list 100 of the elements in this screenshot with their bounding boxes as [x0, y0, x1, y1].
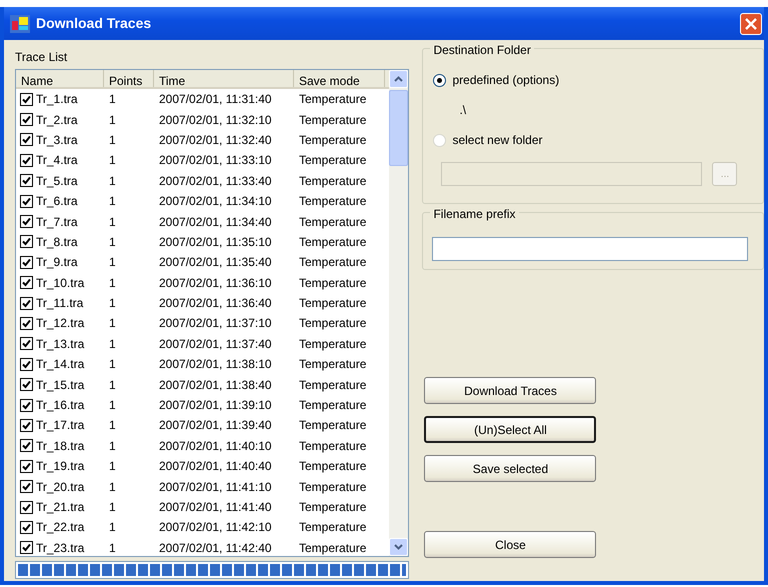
table-cell-text: 2007/02/01, 11:32:10	[158, 112, 273, 129]
trace-name: Tr_8.tra	[36, 234, 78, 251]
checkbox[interactable]	[20, 358, 33, 371]
checkbox[interactable]	[20, 500, 33, 514]
trace-name: Tr_12.tra	[36, 315, 84, 332]
checkbox[interactable]	[20, 174, 33, 188]
table-cell-text: 2007/02/01, 11:42:40	[158, 540, 273, 556]
trace-name: Tr_17.tra	[36, 417, 84, 434]
table-cell-text: 1	[108, 274, 117, 292]
trace-name: Tr_4.tra	[36, 152, 78, 170]
table-cell-text: Temperature	[298, 295, 368, 312]
checkbox[interactable]	[20, 113, 33, 126]
checkbox[interactable]	[20, 337, 33, 350]
table-cell-text: 1	[108, 91, 117, 108]
trace-name: Tr_20.tra	[36, 478, 84, 496]
trace-name: Tr_16.tra	[36, 397, 84, 414]
table-cell-text: 2007/02/01, 11:34:10	[158, 193, 273, 210]
scrollbar[interactable]	[389, 70, 408, 556]
table-cell-text: 2007/02/01, 11:36:40	[158, 295, 273, 312]
table-cell-text: 1	[108, 315, 117, 332]
action-button[interactable]: (Un)Select All	[424, 416, 596, 443]
table-cell-text: Temperature	[298, 234, 368, 251]
checkbox[interactable]	[20, 541, 33, 554]
table-cell-text: 1	[108, 438, 117, 455]
checkbox[interactable]	[20, 418, 33, 432]
table-cell-text: 1	[108, 540, 117, 556]
caret-up-icon	[394, 76, 404, 82]
table-cell-text: 2007/02/01, 11:38:10	[158, 356, 273, 374]
action-button[interactable]: Close	[424, 531, 596, 558]
action-button[interactable]: Download Traces	[424, 377, 596, 404]
checkbox[interactable]	[20, 92, 33, 106]
trace-name: Tr_9.tra	[36, 254, 78, 272]
scroll-thumb[interactable]	[389, 90, 408, 166]
scroll-down-button[interactable]	[389, 538, 408, 556]
table-cell-text: Temperature	[298, 132, 368, 149]
table-cell-text: 1	[108, 417, 117, 434]
table-cell-text: 2007/02/01, 11:41:40	[158, 499, 273, 516]
checkbox[interactable]	[20, 460, 33, 473]
column-header[interactable]: Points	[104, 70, 154, 87]
column-header[interactable]: Name	[16, 70, 104, 87]
window-title: Download Traces	[36, 14, 152, 33]
trace-name: Tr_6.tra	[36, 193, 78, 210]
table-cell-text: 2007/02/01, 11:33:10	[158, 152, 273, 170]
trace-name: Tr_19.tra	[36, 458, 84, 476]
table-cell-text: Temperature	[298, 274, 368, 292]
table-cell-text: 1	[108, 172, 117, 190]
trace-name: Tr_22.tra	[36, 519, 84, 536]
table-cell-text: 1	[108, 356, 117, 374]
checkbox[interactable]	[20, 194, 33, 208]
checkbox[interactable]	[20, 276, 33, 290]
table-cell-text: 2007/02/01, 11:36:10	[158, 274, 273, 292]
checkbox[interactable]	[20, 154, 33, 167]
checkbox[interactable]	[20, 316, 33, 330]
checkbox[interactable]	[20, 296, 33, 310]
checkbox[interactable]	[20, 215, 33, 228]
table-cell-text: Temperature	[298, 112, 368, 129]
trace-name: Tr_1.tra	[36, 91, 78, 108]
radio-option[interactable]: predefined (options)	[433, 71, 753, 89]
table-cell-text: Temperature	[298, 376, 368, 394]
table-cell-text: 2007/02/01, 11:39:40	[158, 417, 273, 434]
checkbox[interactable]	[20, 480, 33, 494]
checkbox[interactable]	[20, 133, 33, 146]
table-cell-text: 1	[108, 132, 117, 149]
table-cell-text: 2007/02/01, 11:33:40	[158, 172, 273, 190]
table-cell-text: Temperature	[298, 214, 368, 231]
table-cell-text: 2007/02/01, 11:40:40	[158, 458, 273, 476]
prefix-field[interactable]	[432, 237, 748, 261]
checkbox[interactable]	[20, 439, 33, 452]
table-cell-text: Temperature	[298, 336, 368, 353]
column-header[interactable]: Save mode	[294, 70, 385, 87]
close-button[interactable]	[740, 12, 762, 34]
table-cell-text: Temperature	[298, 397, 368, 414]
radio-option[interactable]: select new folder	[433, 131, 753, 149]
trace-name: Tr_3.tra	[36, 132, 78, 149]
table-cell-text: 1	[108, 336, 117, 353]
table-cell-text: Temperature	[298, 152, 368, 170]
column-header[interactable]: Time	[154, 70, 294, 87]
table-cell-text: Temperature	[298, 478, 368, 496]
table-cell-text: 1	[108, 152, 117, 170]
scroll-up-button[interactable]	[389, 70, 408, 88]
table-cell-text: 1	[108, 254, 117, 272]
table-cell-text: Temperature	[298, 315, 368, 332]
table-cell-text: 1	[108, 193, 117, 210]
checkbox[interactable]	[20, 398, 33, 412]
table-cell-text: Temperature	[298, 356, 368, 374]
table-cell-text: Temperature	[298, 438, 368, 455]
trace-name: Tr_2.tra	[36, 112, 78, 129]
trace-name: Tr_15.tra	[36, 376, 84, 394]
checkbox[interactable]	[20, 520, 33, 534]
table-cell-text: 2007/02/01, 11:39:10	[158, 397, 273, 414]
checkbox[interactable]	[20, 378, 33, 392]
folder-path: .\	[459, 102, 466, 119]
table-cell-text: Temperature	[298, 193, 368, 210]
checkbox[interactable]	[20, 235, 33, 248]
table-cell-text: 1	[108, 397, 117, 414]
table-cell-text: 1	[108, 376, 117, 394]
list-label: Trace List	[15, 49, 68, 66]
checkbox[interactable]	[20, 256, 33, 269]
table-cell-text: 2007/02/01, 11:40:10	[158, 438, 273, 455]
action-button[interactable]: Save selected	[424, 455, 596, 482]
